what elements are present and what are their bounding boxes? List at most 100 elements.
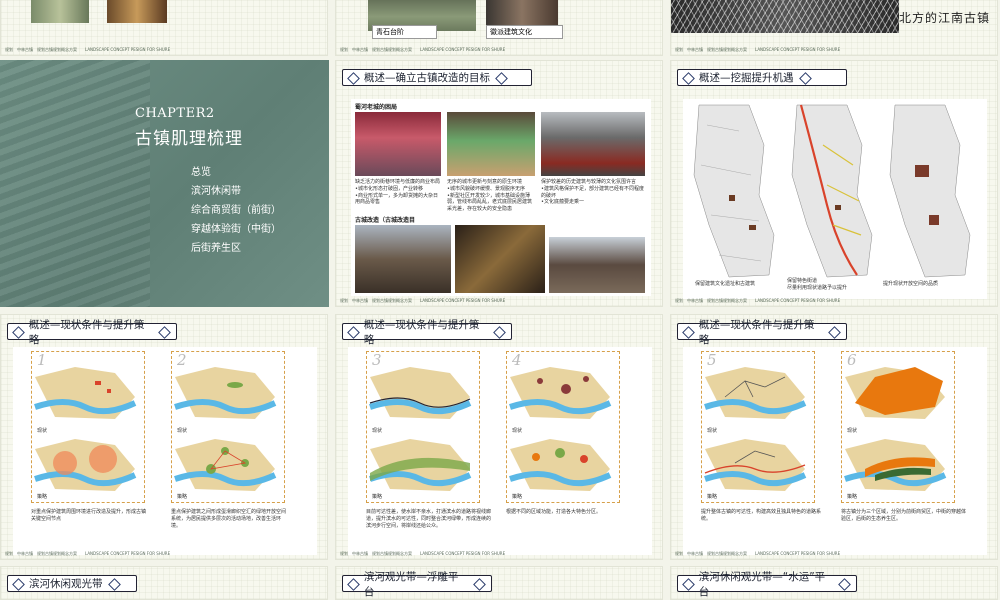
slide-header: 概述—现状条件与提升策略 bbox=[7, 319, 177, 346]
label-now: 现状 bbox=[177, 428, 188, 434]
slide-header: 滨河休闲观光带 bbox=[7, 575, 137, 592]
label-plan: 策略 bbox=[847, 494, 858, 500]
ornament-icon bbox=[158, 326, 170, 338]
slide-header: 滨河观光带—浮雕平台 bbox=[342, 571, 492, 598]
slide-opportunity[interactable]: 概述—挖掘提升机遇 保留建筑文化遗址和古建筑 保留特色街道 尽量利用现状道路予以… bbox=[670, 60, 998, 307]
label-now: 现状 bbox=[372, 428, 383, 434]
label-now: 现状 bbox=[512, 428, 523, 434]
strategy-caption-2: 重点保护建筑之间形成蛋滑廊织空汇的绿地开放空间系统，为居民提供多层次的活动场地，… bbox=[171, 509, 287, 529]
ornament-icon bbox=[495, 72, 507, 84]
strategy-caption-3: 目前可达性差，使水岸不亲水，打通滨水的道路将视线廊道，提升滨水的可达性，同时整合… bbox=[366, 509, 492, 529]
footer-text: 规划 中林古镇 规划古镇规划概念方案 LANDSCAPE CONCEPT PES… bbox=[675, 551, 841, 556]
chapter-title: 古镇肌理梳理 bbox=[135, 129, 243, 149]
footer-text: 规划 中林古镇 规划古镇规划概念方案 LANDSCAPE CONCEPT PES… bbox=[340, 551, 506, 556]
strategy-caption-5: 提升整体古镇的可达性，构建高效且独具特色的道路系统。 bbox=[701, 509, 822, 522]
ornament-icon bbox=[838, 578, 850, 590]
ornament-icon bbox=[12, 326, 24, 338]
strategy-caption-6: 将古镇分为三个区域，分别为前街商贸区，中街的穿越体验区，后街的生态养生区。 bbox=[841, 509, 967, 522]
ornament-icon bbox=[108, 578, 120, 590]
slide-strategy-1[interactable]: 概述—现状条件与提升策略 1 2 现状 策略 现状 策略 对重点保护建筑周围环境… bbox=[0, 314, 328, 560]
ornament-icon bbox=[12, 578, 24, 590]
slide-header: 滨河休闲观光带—“水运”平台 bbox=[677, 571, 857, 598]
label-plan: 策略 bbox=[707, 494, 718, 500]
slide-bottom-right[interactable]: 滨河休闲观光带—“水运”平台 bbox=[670, 566, 998, 600]
slide-header: 概述—现状条件与提升策略 bbox=[677, 319, 847, 346]
slide-bottom-left[interactable]: 滨河休闲观光带 bbox=[0, 566, 328, 600]
section-title-renovation: 古城改造（古城改造目 bbox=[355, 217, 416, 224]
label-plan: 策略 bbox=[37, 494, 48, 500]
label-now: 现状 bbox=[37, 428, 48, 434]
caption-opportunity-1: 保留建筑文化遗址和古建筑 bbox=[695, 281, 756, 287]
slide-header: 概述—现状条件与提升策略 bbox=[342, 319, 512, 346]
goal-panel: 蜀河老城的困局 缺乏活力的街巷环境与低廉的商业布局 •城市化形态打破固，产业转移… bbox=[351, 99, 651, 296]
label-plan: 策略 bbox=[372, 494, 383, 500]
footer-text: 规划 中林古镇 规划古镇规划概念方案 LANDSCAPE CONCEPT PES… bbox=[5, 551, 171, 556]
ornament-icon bbox=[799, 72, 811, 84]
footer-text: 规划 中林古镇 规划古镇规划概念方案 LANDSCAPE CONCEPT PES… bbox=[340, 47, 506, 52]
slide-header: 概述—确立古镇改造的目标 bbox=[342, 69, 532, 86]
ornament-icon bbox=[473, 578, 485, 590]
caption-dilemma-3: 保护较差的历史建筑与较薄的文化氛围许言 •建筑风格保护不足，部分建筑已经有不同程… bbox=[541, 179, 644, 206]
ornament-icon bbox=[493, 326, 505, 338]
ornament-icon bbox=[347, 578, 359, 590]
ornament-icon bbox=[682, 578, 694, 590]
winter-tree-photo bbox=[671, 0, 899, 33]
strategy-maps-3 bbox=[704, 367, 947, 491]
footer-text: 规划 中林古镇 规划古镇规划概念方案 LANDSCAPE CONCEPT PES… bbox=[675, 47, 841, 52]
header-title: 概述—现状条件与提升策略 bbox=[363, 318, 480, 346]
slide-header: 概述—挖掘提升机遇 bbox=[677, 69, 847, 86]
slide-top-left[interactable]: 规划 中林古镇 规划古镇规划概念方案 LANDSCAPE CONCEPT PES… bbox=[0, 0, 328, 56]
slide-strategy-3[interactable]: 概述—现状条件与提升策略 5 6 现状 策略 现状 策略 提升整体古镇的可达性，… bbox=[670, 314, 998, 560]
mural-wall-photo bbox=[447, 112, 535, 176]
strategy-panel: 1 2 现状 策略 现状 策略 对重点保护建筑周围环境进行改造及提升，形成古镇关… bbox=[13, 347, 317, 555]
caption-huizhou: 徽派建筑文化 bbox=[486, 25, 563, 39]
label-now: 现状 bbox=[847, 428, 858, 434]
strategy-caption-1: 对重点保护建筑周围环境进行改造及提升，形成古镇关键空间节点 bbox=[31, 509, 147, 522]
menu-item-overview[interactable]: 总览 bbox=[191, 163, 281, 182]
header-title: 滨河休闲观光带 bbox=[29, 578, 103, 590]
slide-top-right[interactable]: 北方的江南古镇 规划 中林古镇 规划古镇规划概念方案 LANDSCAPE CON… bbox=[670, 0, 998, 56]
label-now: 现状 bbox=[707, 428, 718, 434]
ornament-icon bbox=[347, 326, 359, 338]
caption-opportunity-2: 保留特色街道 尽量利用现状道路予以提升 bbox=[787, 278, 848, 291]
old-building-photo bbox=[541, 112, 645, 176]
menu-item-back-street[interactable]: 后街养生区 bbox=[191, 239, 281, 258]
chapter-label: CHAPTER2 bbox=[135, 106, 215, 121]
caption-dilemma-1: 缺乏活力的街巷环境与低廉的商业布局 •城市化形态打破固，产业转移 •商业形式单一… bbox=[355, 179, 441, 206]
header-title: 滨河观光带—浮雕平台 bbox=[363, 570, 459, 598]
town-aerial-photo bbox=[549, 237, 645, 293]
header-title: 概述—现状条件与提升策略 bbox=[698, 318, 815, 346]
slide-goal[interactable]: 概述—确立古镇改造的目标 蜀河老城的困局 缺乏活力的街巷环境与低廉的商业布局 •… bbox=[335, 60, 663, 307]
ornament-icon bbox=[347, 72, 359, 84]
caption-stone-steps: 青石台阶 bbox=[372, 25, 437, 39]
header-title: 概述—现状条件与提升策略 bbox=[28, 318, 145, 346]
market-photo bbox=[355, 112, 441, 176]
menu-item-middle-street[interactable]: 穿越体验街（中街） bbox=[191, 220, 281, 239]
footer-text: 规划 中林古镇 规划古镇规划概念方案 LANDSCAPE CONCEPT PES… bbox=[675, 298, 841, 303]
strategy-maps-1 bbox=[34, 367, 277, 491]
ornament-icon bbox=[828, 326, 840, 338]
strategy-panel: 3 4 现状 策略 现状 策略 目前可达性差，使水岸不亲水，打通滨水的道路将视线… bbox=[348, 347, 652, 555]
opportunity-panel: 保留建筑文化遗址和古建筑 保留特色街道 尽量利用现状道路予以提升 提升现状开放空… bbox=[683, 99, 987, 299]
slide-strategy-2[interactable]: 概述—现状条件与提升策略 3 4 现状 策略 现状 策略 目前可达性差，使水岸不… bbox=[335, 314, 663, 560]
menu-item-front-street[interactable]: 综合商贸街（前街） bbox=[191, 201, 281, 220]
header-title: 概述—挖掘提升机遇 bbox=[699, 72, 794, 84]
night-music-photo bbox=[455, 225, 545, 293]
chapter-slide[interactable]: CHAPTER2 古镇肌理梳理 总览 滨河休闲带 综合商贸街（前街） 穿越体验街… bbox=[0, 60, 329, 307]
strategy-panel: 5 6 现状 策略 现状 策略 提升整体古镇的可达性，构建高效且独具特色的道路系… bbox=[683, 347, 987, 555]
canal-photo bbox=[31, 0, 89, 23]
strategy-maps-2 bbox=[369, 367, 612, 491]
menu-item-riverside[interactable]: 滨河休闲带 bbox=[191, 182, 281, 201]
header-title: 概述—确立古镇改造的目标 bbox=[364, 72, 490, 84]
header-title: 滨河休闲观光带—“水运”平台 bbox=[698, 570, 826, 598]
northern-jiangnan-banner: 北方的江南古镇 bbox=[899, 11, 991, 25]
ornament-icon bbox=[682, 72, 694, 84]
ornament-icon bbox=[682, 326, 694, 338]
label-plan: 策略 bbox=[177, 494, 188, 500]
street-photo bbox=[107, 0, 167, 23]
site-maps bbox=[693, 104, 971, 278]
caption-opportunity-3: 提升现状开放空间的品质 bbox=[883, 281, 939, 287]
slide-bottom-middle[interactable]: 滨河观光带—浮雕平台 bbox=[335, 566, 663, 600]
label-plan: 策略 bbox=[512, 494, 523, 500]
slide-top-middle[interactable]: 青石台阶 徽派建筑文化 规划 中林古镇 规划古镇规划概念方案 LANDSCAPE… bbox=[335, 0, 663, 56]
